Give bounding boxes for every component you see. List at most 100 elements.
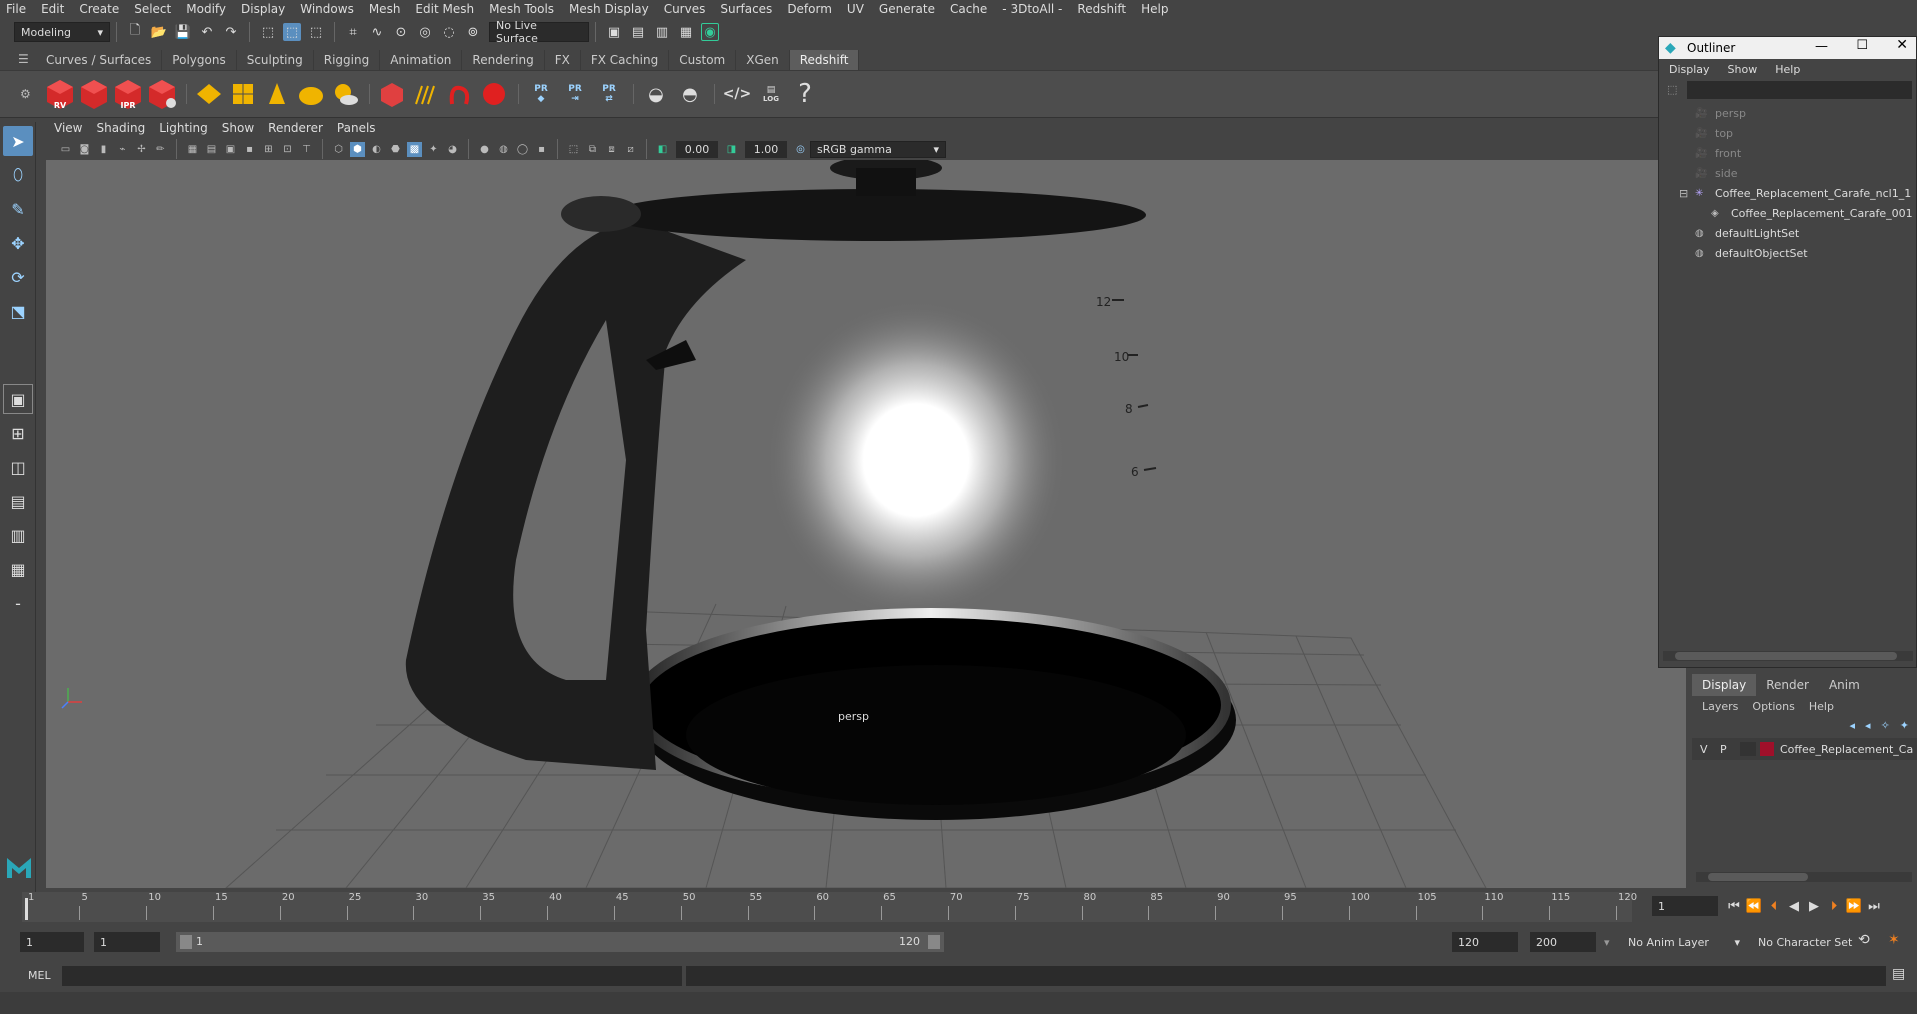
viewport-menu-panels[interactable]: Panels	[337, 121, 376, 135]
outliner-item[interactable]: ◍ defaultLightSet	[1659, 223, 1916, 243]
motion-blur-icon[interactable]: ◍	[496, 142, 511, 157]
exposure-icon[interactable]: ◧	[655, 142, 670, 157]
redshift-ipr-button[interactable]: IPR	[112, 76, 144, 112]
wireframe-icon[interactable]: ⬡	[331, 142, 346, 157]
xray-joints-icon[interactable]: ⧈	[604, 142, 619, 157]
step-forward-key-icon[interactable]: ⏩	[1844, 896, 1864, 916]
shelf-tab-fx[interactable]: FX	[545, 50, 581, 70]
shelf-tab-sculpting[interactable]: Sculpting	[237, 50, 314, 70]
shelf-tab-custom[interactable]: Custom	[669, 50, 737, 70]
select-component-icon[interactable]: ⬚	[307, 23, 325, 41]
menu-create[interactable]: Create	[79, 2, 119, 16]
minimize-icon[interactable]: —	[1815, 39, 1828, 54]
go-to-end-icon[interactable]: ⏭	[1864, 896, 1884, 916]
rs-bowl-button[interactable]: ◒	[640, 76, 672, 112]
outliner-item[interactable]: ◈ Coffee_Replacement_Carafe_001	[1659, 203, 1916, 223]
isolate-select-icon[interactable]: ⬚	[566, 142, 581, 157]
menu-help[interactable]: Help	[1141, 2, 1168, 16]
redshift-render-view-button[interactable]: RV	[44, 76, 76, 112]
step-forward-frame-icon[interactable]: ⏵	[1824, 896, 1844, 916]
shelf-menu-icon[interactable]: ☰	[18, 52, 29, 66]
menu-surfaces[interactable]: Surfaces	[720, 2, 772, 16]
viewport-menu-view[interactable]: View	[54, 121, 82, 135]
menu-mesh-tools[interactable]: Mesh Tools	[489, 2, 554, 16]
menu-mesh-display[interactable]: Mesh Display	[569, 2, 649, 16]
layer-row[interactable]: V P Coffee_Replacement_Ca	[1692, 738, 1917, 760]
hypershade-layout-icon[interactable]: ▦	[3, 554, 33, 584]
hypershade-icon[interactable]: ◉	[701, 23, 719, 41]
pr-button-3[interactable]: PR ⇄	[593, 76, 625, 112]
play-forward-icon[interactable]: ▶	[1804, 896, 1824, 916]
play-backward-icon[interactable]: ◀	[1784, 896, 1804, 916]
collapse-icon[interactable]: -	[3, 588, 33, 618]
maximize-icon[interactable]: ☐	[1856, 38, 1868, 53]
range-slider[interactable]: 1 120	[176, 932, 944, 952]
layer-tab-anim[interactable]: Anim	[1819, 674, 1870, 696]
snap-point-icon[interactable]: ⊙	[392, 23, 410, 41]
menu-edit-mesh[interactable]: Edit Mesh	[415, 2, 474, 16]
menu-windows[interactable]: Windows	[300, 2, 354, 16]
script-language-toggle[interactable]: MEL	[28, 969, 51, 982]
2d-pan-icon[interactable]: ✢	[134, 142, 149, 157]
close-icon[interactable]: ✕	[1896, 37, 1908, 53]
shelf-tab-polygons[interactable]: Polygons	[162, 50, 237, 70]
snap-surface-icon[interactable]: ◌	[440, 23, 458, 41]
menu-select[interactable]: Select	[134, 2, 171, 16]
view-transform-dropdown[interactable]: sRGB gamma ▾	[810, 140, 946, 158]
move-layer-up-icon[interactable]: ◂	[1850, 719, 1856, 732]
screen-space-ao-icon[interactable]: ●	[477, 142, 492, 157]
menu-modify[interactable]: Modify	[186, 2, 226, 16]
menu-3dtoall[interactable]: - 3DtoAll -	[1002, 2, 1062, 16]
layer-menu-layers[interactable]: Layers	[1702, 700, 1738, 713]
redshift-settings-button[interactable]	[146, 76, 178, 112]
use-all-lights-icon[interactable]: ✦	[426, 142, 441, 157]
menu-file[interactable]: File	[6, 2, 26, 16]
rs-sphere-button[interactable]	[478, 76, 510, 112]
color-management-icon[interactable]: ◎	[793, 142, 808, 157]
mode-dropdown[interactable]: Modeling ▾	[14, 22, 110, 42]
shelf-tab-curves-surfaces[interactable]: Curves / Surfaces	[36, 50, 163, 70]
new-scene-icon[interactable]: 🗋	[126, 23, 144, 41]
outliner-menu-display[interactable]: Display	[1669, 63, 1710, 76]
new-layer-selected-icon[interactable]: ✦	[1900, 719, 1909, 732]
default-material-icon[interactable]: ◐	[369, 142, 384, 157]
perspective-viewport[interactable]: 12 10 8 6 persp	[46, 160, 1686, 888]
scrollbar-thumb[interactable]	[1675, 652, 1897, 660]
single-perspective-layout-icon[interactable]: ▣	[3, 384, 33, 414]
step-back-key-icon[interactable]: ⏪	[1744, 896, 1764, 916]
rs-spot-light-button[interactable]	[261, 76, 293, 112]
range-start-handle[interactable]	[180, 935, 192, 949]
undo-icon[interactable]: ↶	[198, 23, 216, 41]
log-button[interactable]: ▤ LOG	[755, 76, 787, 112]
shelf-tab-rendering[interactable]: Rendering	[462, 50, 545, 70]
save-scene-icon[interactable]: 💾	[174, 23, 192, 41]
gamma-field[interactable]: 1.00	[745, 140, 787, 158]
xray-active-icon[interactable]: ⧄	[623, 142, 638, 157]
outliner-item[interactable]: 🎥 persp	[1659, 103, 1916, 123]
ipr-render-icon[interactable]: ▥	[653, 23, 671, 41]
outliner-item[interactable]: 🎥 top	[1659, 123, 1916, 143]
layer-menu-help[interactable]: Help	[1809, 700, 1834, 713]
rs-plane-button[interactable]	[193, 76, 225, 112]
shelf-tab-xgen[interactable]: XGen	[736, 50, 790, 70]
snap-view-icon[interactable]: ◎	[416, 23, 434, 41]
grid-icon[interactable]: ▦	[185, 142, 200, 157]
rs-bowl-button-2[interactable]: ◓	[674, 76, 706, 112]
redo-icon[interactable]: ↷	[222, 23, 240, 41]
snap-live-icon[interactable]: ⊚	[464, 23, 482, 41]
select-object-icon[interactable]: ⬚	[283, 23, 301, 41]
move-tool-icon[interactable]: ✥	[3, 228, 33, 258]
outliner-item[interactable]: ⊟ ✳ Coffee_Replacement_Carafe_ncl1_1	[1659, 183, 1916, 203]
rs-curve-button[interactable]	[444, 76, 476, 112]
rs-hair-button[interactable]	[410, 76, 442, 112]
rs-dome-light-button[interactable]	[295, 76, 327, 112]
film-gate-icon[interactable]: ▤	[204, 142, 219, 157]
anim-start-field[interactable]: 1	[94, 932, 160, 952]
safe-action-icon[interactable]: ⊡	[280, 142, 295, 157]
paint-select-tool-icon[interactable]: ✎	[3, 194, 33, 224]
gamma-icon[interactable]: ◨	[724, 142, 739, 157]
menu-deform[interactable]: Deform	[787, 2, 832, 16]
gear-icon[interactable]: ⚙	[20, 87, 31, 101]
outliner-search-input[interactable]	[1687, 81, 1912, 99]
pr-button-1[interactable]: PR ◆	[525, 76, 557, 112]
